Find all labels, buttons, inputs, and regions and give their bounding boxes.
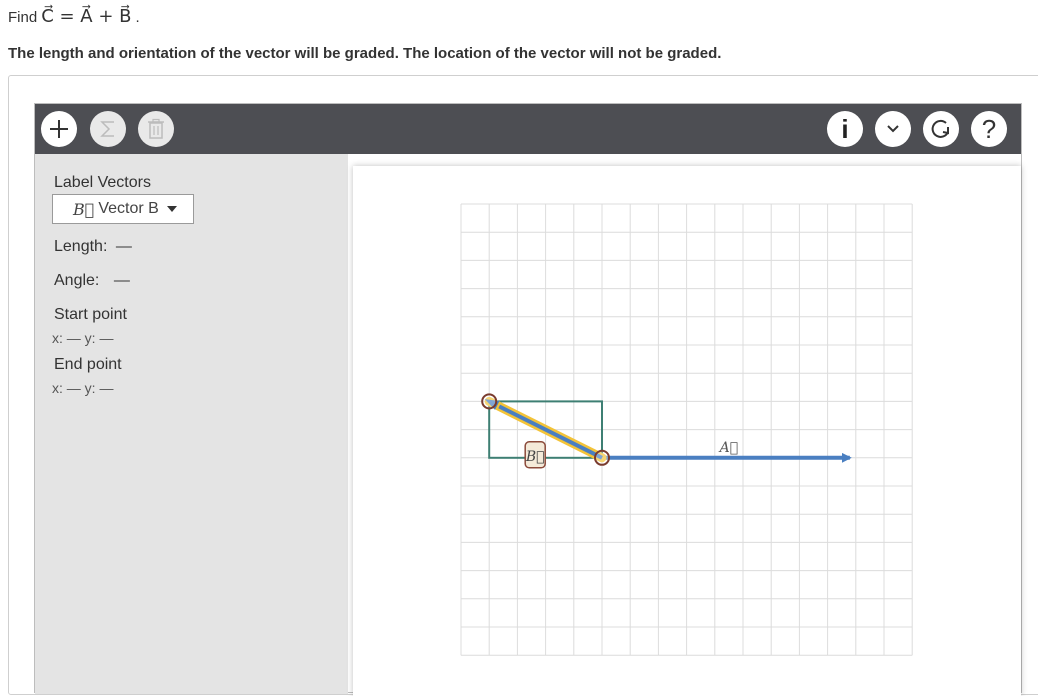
length-row: Length: —: [54, 238, 132, 256]
prompt-period: .: [135, 9, 140, 26]
equation: C⃗ = A⃗ + B⃗: [41, 6, 132, 27]
vector-properties-panel: Label Vectors B⃗ Vector B Length: — Angl…: [35, 154, 348, 694]
label-vectors-heading: Label Vectors: [54, 174, 151, 191]
vector-a-label: A⃗: [718, 440, 739, 456]
vector-grid-svg[interactable]: A⃗ B⃗: [353, 166, 1021, 696]
vector-drawing-tool: i ? Label Vectors B⃗ Vector B Length: — …: [34, 103, 1022, 696]
length-label: Length:: [54, 238, 108, 255]
drawing-canvas[interactable]: A⃗ B⃗: [353, 166, 1021, 696]
help-button[interactable]: ?: [971, 111, 1007, 147]
add-vector-button[interactable]: [41, 111, 77, 147]
vector-b-label: B⃗: [525, 449, 545, 465]
grid-lines: [460, 203, 913, 656]
grading-instruction: The length and orientation of the vector…: [8, 45, 722, 62]
angle-value: —: [113, 272, 130, 289]
sum-vectors-button[interactable]: [90, 111, 126, 147]
sigma-icon: [100, 121, 114, 137]
delete-vector-button[interactable]: [138, 111, 174, 147]
chevron-down-icon: [887, 125, 899, 133]
reset-button[interactable]: [923, 111, 959, 147]
angle-label: Angle:: [54, 272, 100, 289]
end-point-coords: x: — y: —: [52, 380, 114, 396]
vector-b-start-handle[interactable]: [594, 449, 610, 466]
trash-icon: [148, 118, 164, 139]
vector-b-end-handle[interactable]: [481, 393, 498, 410]
plus-icon: [50, 120, 68, 138]
vector-b[interactable]: [498, 404, 603, 460]
dropdown-vector-text: Vector B: [98, 200, 159, 217]
length-value: —: [115, 238, 132, 255]
vector-select-dropdown[interactable]: B⃗ Vector B: [52, 194, 194, 224]
question-prompt: Find C⃗ = A⃗ + B⃗ .: [8, 6, 140, 27]
vectors-layer: A⃗ B⃗: [481, 393, 852, 469]
toolbar: i ?: [35, 104, 1021, 154]
angle-row: Angle: —: [54, 272, 130, 290]
dropdown-vector-symbol: B⃗: [73, 199, 95, 219]
reset-icon: [931, 119, 949, 138]
start-point-label: Start point: [54, 306, 127, 323]
info-button[interactable]: i: [827, 111, 863, 147]
find-label: Find: [8, 9, 38, 26]
end-point-label: End point: [54, 356, 122, 373]
start-point-coords: x: — y: —: [52, 330, 114, 346]
caret-down-icon: [166, 206, 177, 212]
info-icon: i: [841, 114, 849, 144]
expand-menu-button[interactable]: [875, 111, 911, 147]
help-icon: ?: [981, 114, 997, 144]
